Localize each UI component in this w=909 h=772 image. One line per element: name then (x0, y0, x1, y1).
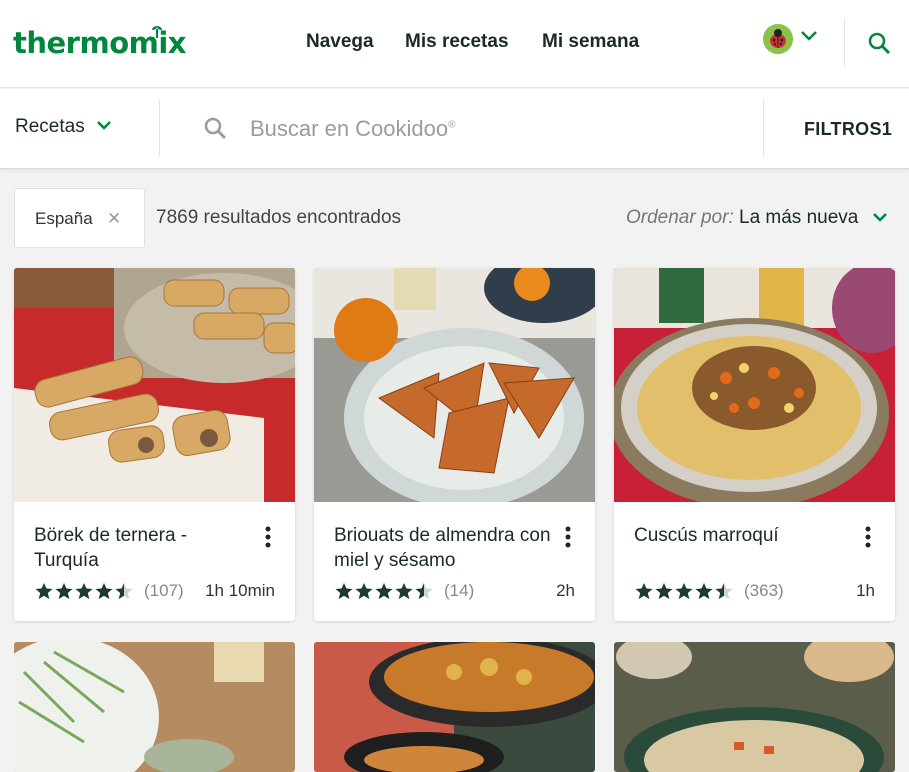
divider (159, 99, 160, 157)
sort-label: Ordenar por: (626, 207, 734, 228)
recipe-title[interactable]: Cuscús marroquí (634, 523, 854, 548)
divider (763, 99, 764, 157)
search-placeholder: Buscar en Cookidoo (250, 116, 449, 141)
recipe-card[interactable]: Börek de ternera - Turquía (107) 1h 10mi… (14, 268, 295, 621)
star-icon (675, 583, 693, 599)
more-options-icon[interactable] (864, 526, 872, 548)
star-icon (335, 583, 353, 599)
star-icon (115, 583, 133, 599)
recipe-card[interactable] (614, 642, 895, 772)
star-icon (95, 583, 113, 599)
star-rating (35, 582, 135, 600)
recipe-image[interactable] (314, 268, 595, 502)
star-icon (415, 583, 433, 599)
star-icon (715, 583, 733, 599)
recipe-card[interactable]: Cuscús marroquí (363) 1h (614, 268, 895, 621)
star-icon (375, 583, 393, 599)
star-rating (335, 582, 435, 600)
chip-label: España (35, 209, 93, 228)
results-count: 7869 resultados encontrados (156, 207, 402, 228)
filters-count: 1 (881, 119, 893, 139)
recipe-image[interactable] (614, 642, 895, 772)
review-count: (363) (744, 581, 784, 600)
chevron-down-icon[interactable] (872, 212, 888, 223)
star-icon (75, 583, 93, 599)
star-icon (635, 583, 653, 599)
recipe-title[interactable]: Börek de ternera - Turquía (34, 523, 254, 573)
filters-button[interactable]: FILTROS1 (804, 119, 892, 140)
ladybug-flag-icon[interactable] (763, 24, 793, 54)
sort-dropdown[interactable]: La más nueva (739, 207, 858, 229)
search-bar: Recetas Buscar en Cookidoo® FILTROS1 (0, 89, 909, 169)
nav-navega[interactable]: Navega (306, 31, 374, 53)
nav-mi-semana[interactable]: Mi semana (542, 31, 639, 53)
close-icon[interactable]: ✕ (107, 209, 121, 229)
star-rating (635, 582, 735, 600)
star-icon (655, 583, 673, 599)
cook-time: 1h 10min (205, 581, 275, 600)
recipe-card[interactable] (314, 642, 595, 772)
recipe-image[interactable] (14, 268, 295, 502)
filter-chip[interactable]: España ✕ (14, 188, 145, 248)
trademark: ® (448, 119, 456, 131)
search-input[interactable]: Buscar en Cookidoo® (250, 116, 456, 142)
category-dropdown[interactable]: Recetas (15, 116, 85, 138)
recipe-image[interactable] (14, 642, 295, 772)
nav-mis-recetas[interactable]: Mis recetas (405, 31, 509, 53)
search-icon[interactable] (867, 31, 891, 55)
cook-time: 2h (556, 581, 575, 600)
recipe-image[interactable] (614, 268, 895, 502)
leaf-icon (152, 26, 162, 38)
star-icon (355, 583, 373, 599)
recipe-card[interactable]: Briouats de almendra con miel y sésamo (… (314, 268, 595, 621)
review-count: (107) (144, 581, 184, 600)
star-icon (395, 583, 413, 599)
star-icon (55, 583, 73, 599)
recipe-card[interactable] (14, 642, 295, 772)
recipe-image[interactable] (314, 642, 595, 772)
search-icon (204, 117, 226, 139)
review-count: (14) (444, 581, 475, 600)
more-options-icon[interactable] (564, 526, 572, 548)
star-icon (695, 583, 713, 599)
chevron-down-icon[interactable] (800, 30, 818, 42)
divider (844, 18, 845, 68)
more-options-icon[interactable] (264, 526, 272, 548)
chevron-down-icon[interactable] (96, 120, 112, 131)
top-header: thermomix Navega Mis recetas Mi semana (0, 0, 909, 88)
star-icon (35, 583, 53, 599)
filters-label: FILTROS (804, 119, 882, 139)
cook-time: 1h (856, 581, 875, 600)
recipe-title[interactable]: Briouats de almendra con miel y sésamo (334, 523, 554, 573)
